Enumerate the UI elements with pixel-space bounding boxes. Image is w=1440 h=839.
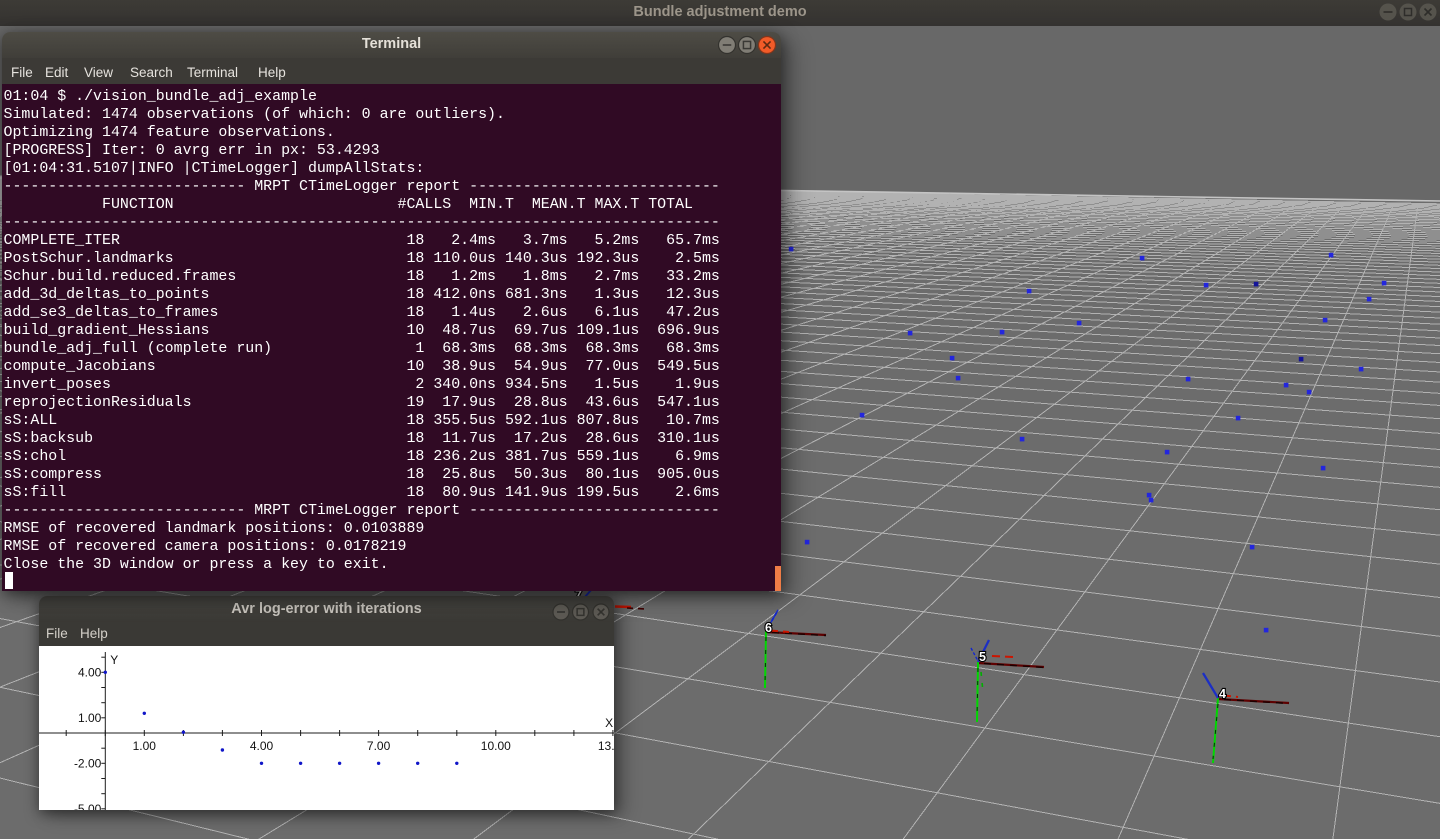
svg-text:5: 5: [979, 650, 986, 664]
svg-text:-2.00: -2.00: [74, 756, 102, 770]
svg-text:1.00: 1.00: [133, 739, 157, 753]
svg-text:13.00: 13.00: [598, 739, 614, 753]
svg-text:4.00: 4.00: [78, 665, 102, 679]
svg-text:4: 4: [1219, 687, 1226, 701]
svg-text:Y: Y: [110, 653, 118, 667]
svg-text:4.00: 4.00: [250, 739, 274, 753]
svg-text:1.00: 1.00: [78, 711, 102, 725]
svg-text:6: 6: [765, 621, 772, 635]
svg-text:10.00: 10.00: [481, 739, 511, 753]
svg-text:-5.00: -5.00: [74, 802, 102, 810]
svg-text:7.00: 7.00: [367, 739, 391, 753]
svg-text:X: X: [605, 716, 613, 730]
